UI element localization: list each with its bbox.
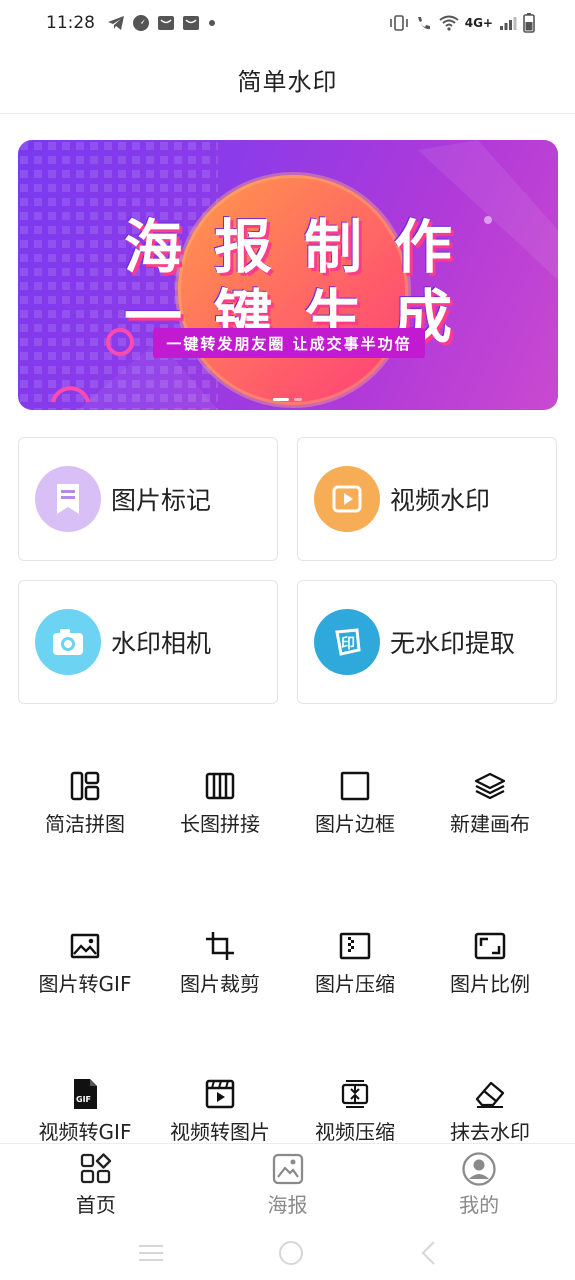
notification-icons — [107, 14, 217, 32]
tool-video-to-image[interactable]: 视频转图片 — [150, 1078, 290, 1145]
more-dot-icon — [209, 20, 215, 26]
feature-card-watermark-camera[interactable]: 水印相机 — [18, 580, 278, 704]
feature-card-video-watermark[interactable]: 视频水印 — [297, 437, 557, 561]
feature-card-label: 视频水印 — [390, 486, 491, 515]
feature-card-image-mark[interactable]: 图片标记 — [18, 437, 278, 561]
tool-new-canvas[interactable]: 新建画布 — [420, 770, 560, 837]
app-header: 简单水印 — [0, 46, 575, 114]
compress-image-icon — [339, 930, 371, 962]
play-icon — [314, 466, 380, 532]
tab-home[interactable]: 首页 — [0, 1144, 192, 1225]
profile-icon — [461, 1151, 497, 1187]
aspect-ratio-icon — [474, 930, 506, 962]
tool-label: 新建画布 — [450, 812, 530, 836]
tool-label: 图片比例 — [450, 972, 530, 996]
feature-card-no-watermark-extract[interactable]: 印 无水印提取 — [297, 580, 557, 704]
video-frame-icon — [204, 1078, 236, 1110]
feature-card-label: 水印相机 — [111, 629, 212, 658]
tool-image-to-gif[interactable]: 图片转GIF — [15, 930, 155, 997]
tool-video-compress[interactable]: 视频压缩 — [285, 1078, 425, 1145]
signal-icon — [500, 17, 517, 30]
tool-label: 视频转图片 — [170, 1120, 270, 1144]
tool-image-border[interactable]: 图片边框 — [285, 770, 425, 837]
feature-card-label: 无水印提取 — [390, 629, 516, 658]
network-type: 4G+ — [464, 16, 493, 30]
home-button-icon[interactable] — [278, 1240, 304, 1266]
svg-text:印: 印 — [341, 635, 355, 652]
tool-label: 图片裁剪 — [180, 972, 260, 996]
print-seal-icon: 印 — [314, 609, 380, 675]
tool-image-compress[interactable]: 图片压缩 — [285, 930, 425, 997]
bookmark-icon — [35, 466, 101, 532]
banner-subtitle: 一键转发朋友圈 让成交事半功倍 — [153, 328, 425, 358]
tool-image-ratio[interactable]: 图片比例 — [420, 930, 560, 997]
tab-profile[interactable]: 我的 — [383, 1144, 575, 1225]
home-grid-icon — [78, 1151, 114, 1187]
gif-file-icon: GIF — [69, 1078, 101, 1110]
camera-icon — [35, 609, 101, 675]
tool-label: 图片转GIF — [38, 972, 132, 996]
tool-label: 图片压缩 — [315, 972, 395, 996]
tool-image-crop[interactable]: 图片裁剪 — [150, 930, 290, 997]
back-icon[interactable] — [418, 1240, 438, 1266]
layers-icon — [474, 770, 506, 802]
system-navigation-bar — [0, 1225, 575, 1280]
battery-icon — [523, 13, 535, 33]
tool-label: 长图拼接 — [180, 812, 260, 836]
feature-card-label: 图片标记 — [111, 486, 212, 515]
tool-label: 抹去水印 — [450, 1120, 530, 1144]
tool-label: 视频转GIF — [38, 1120, 132, 1144]
image-icon — [69, 930, 101, 962]
carousel-indicator — [273, 398, 302, 401]
tab-label: 海报 — [267, 1193, 308, 1217]
eraser-icon — [474, 1078, 506, 1110]
svg-text:GIF: GIF — [76, 1095, 91, 1104]
tab-label: 我的 — [459, 1193, 500, 1217]
recent-apps-icon[interactable] — [137, 1243, 165, 1263]
carousel-dot-active — [273, 398, 289, 401]
poster-image-icon — [270, 1151, 306, 1187]
tool-label: 简洁拼图 — [45, 812, 125, 836]
carousel-dot — [294, 398, 302, 401]
tool-erase-watermark[interactable]: 抹去水印 — [420, 1078, 560, 1145]
square-frame-icon — [339, 770, 371, 802]
status-time: 11:28 — [46, 13, 95, 33]
columns-icon — [204, 770, 236, 802]
mail-icon — [158, 16, 174, 30]
compass-icon — [133, 15, 149, 31]
tool-label: 视频压缩 — [315, 1120, 395, 1144]
video-compress-icon — [339, 1078, 371, 1110]
vibrate-icon — [389, 15, 408, 31]
system-status-icons: 4G+ — [389, 13, 535, 33]
bottom-tab-bar: 首页 海报 我的 — [0, 1143, 575, 1225]
tool-long-stitch[interactable]: 长图拼接 — [150, 770, 290, 837]
tab-label: 首页 — [75, 1193, 116, 1217]
wifi-icon — [439, 15, 459, 31]
tool-label: 图片边框 — [315, 812, 395, 836]
tool-video-to-gif[interactable]: GIF 视频转GIF — [15, 1078, 155, 1145]
promo-banner[interactable]: 海报制作 一键生成 一键转发朋友圈 让成交事半功倍 — [18, 140, 558, 410]
wifi-call-icon — [417, 17, 430, 30]
mail-icon — [183, 16, 199, 30]
page-title: 简单水印 — [237, 68, 338, 96]
layout-grid-icon — [69, 770, 101, 802]
telegram-icon — [108, 16, 124, 30]
crop-icon — [204, 930, 236, 962]
status-bar: 11:28 4G+ — [0, 0, 575, 46]
tool-simple-collage[interactable]: 简洁拼图 — [15, 770, 155, 837]
tab-poster[interactable]: 海报 — [192, 1144, 384, 1225]
